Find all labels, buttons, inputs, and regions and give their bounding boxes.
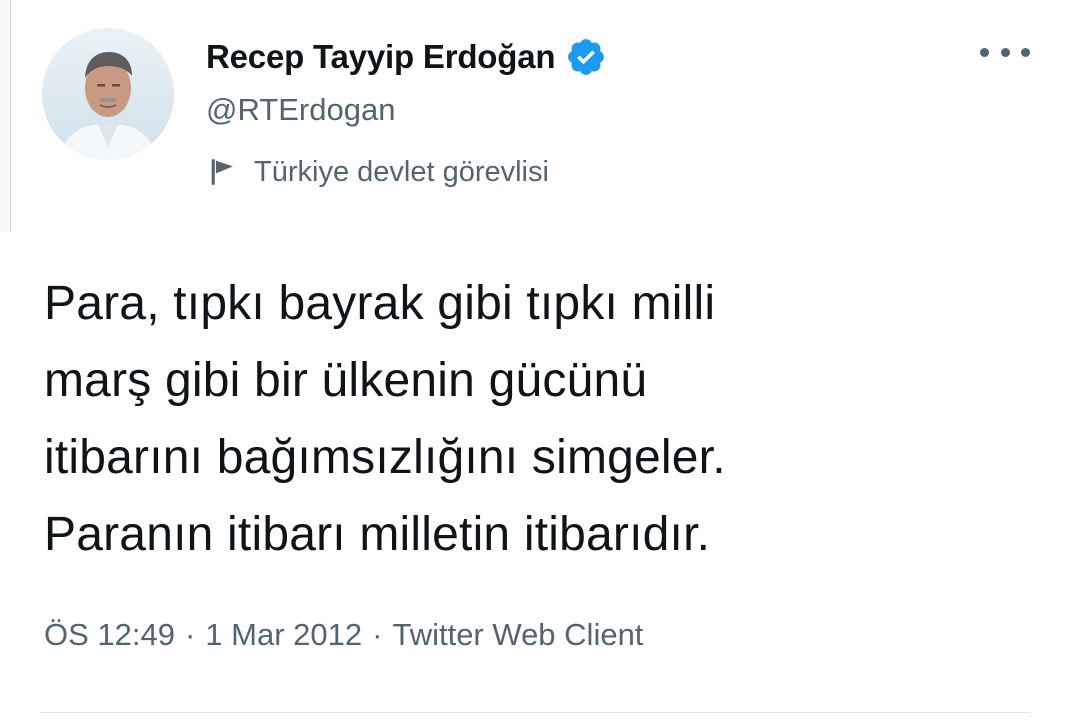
tweet-text-line: Paranın itibarı milletin itibarıdır. [44, 508, 711, 561]
tweet-text-line: itibarını bağımsızlığını simgeler. [44, 431, 726, 484]
avatar[interactable] [42, 28, 174, 160]
more-dot [980, 47, 989, 57]
tweet-date[interactable]: 1 Mar 2012 [205, 617, 362, 653]
tweet-card: Recep Tayyip Erdoğan @RTErdogan Türkiye … [0, 0, 1075, 724]
author-handle[interactable]: @RTErdogan [206, 92, 395, 128]
more-dot [1000, 47, 1010, 57]
meta-separator: · [184, 617, 196, 652]
meta-separator: · [372, 617, 383, 652]
divider [40, 712, 1030, 713]
tweet-meta: ÖS 12:49 · 1 Mar 2012 · Twitter Web Clie… [44, 617, 643, 653]
tweet-source[interactable]: Twitter Web Client [392, 617, 643, 653]
flag-icon [211, 159, 233, 185]
tweet-text-line: Para, tıpkı bayrak gibi tıpkı milli [44, 277, 716, 330]
tweet-text: Para, tıpkı bayrak gibi tıpkı milli marş… [44, 265, 1044, 573]
display-name[interactable]: Recep Tayyip Erdoğan [206, 38, 556, 76]
verified-badge-icon [568, 39, 605, 75]
more-dot [1021, 47, 1030, 57]
more-options-icon[interactable] [980, 40, 1030, 64]
tweet-text-line: marş gibi bir ülkenin gücünü [44, 354, 648, 407]
author-name-row: Recep Tayyip Erdoğan [206, 36, 607, 78]
left-edge-divider [0, 0, 11, 232]
government-label[interactable]: Türkiye devlet görevlisi [206, 155, 549, 189]
government-label-text: Türkiye devlet görevlisi [254, 155, 549, 188]
tweet-time[interactable]: ÖS 12:49 [44, 617, 175, 653]
